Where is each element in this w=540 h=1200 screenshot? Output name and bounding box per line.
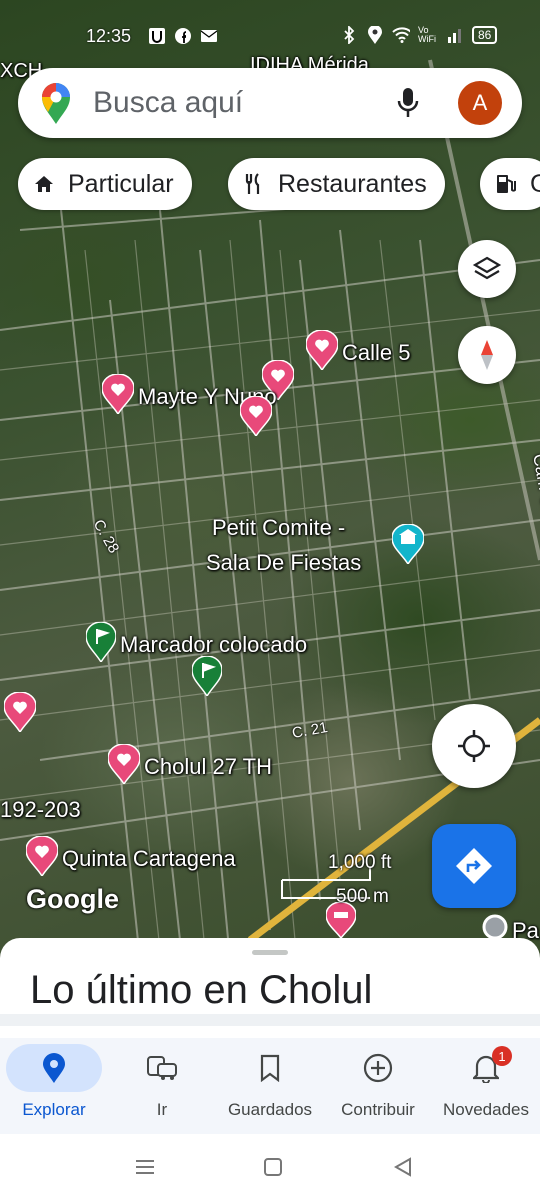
saved-place-pin[interactable] — [25, 835, 59, 881]
flag-pin-icon — [85, 621, 117, 664]
nav-go[interactable]: Ir — [108, 1038, 216, 1134]
dropped-marker-pin[interactable] — [191, 655, 223, 701]
restaurant-icon — [242, 172, 266, 196]
system-navigation-bar — [0, 1134, 540, 1200]
back-triangle-icon — [393, 1157, 411, 1177]
heart-pin-icon — [3, 691, 37, 734]
compass-button[interactable] — [458, 326, 516, 384]
commute-icon — [147, 1056, 177, 1080]
lodging-pin[interactable] — [325, 901, 357, 943]
saved-place-pin[interactable] — [239, 395, 273, 441]
map-label-range: 192-203 — [0, 797, 81, 822]
nav-label: Contribuir — [341, 1100, 415, 1119]
place-label-quinta[interactable]: Quinta Cartagena — [62, 846, 236, 872]
venue-pin-icon — [391, 523, 425, 566]
nav-label: Guardados — [227, 1100, 313, 1119]
chip-gas[interactable]: G — [480, 158, 540, 210]
account-avatar[interactable]: A — [458, 81, 502, 125]
sheet-drag-handle[interactable] — [252, 950, 288, 955]
layers-icon — [472, 256, 502, 280]
vowifi-label: Vo WiFi — [418, 25, 436, 44]
place-label-cholul27[interactable]: Cholul 27 TH — [144, 754, 272, 780]
home-button[interactable] — [260, 1154, 286, 1180]
bluetooth-icon — [340, 26, 358, 44]
chip-restaurants[interactable]: Restaurantes — [228, 158, 445, 210]
nav-pill — [222, 1044, 318, 1092]
map-canvas[interactable]: XCH IDIHA Mérida Calle 5 Mayte Y Nuno Pe… — [0, 0, 540, 960]
heart-pin-icon — [107, 743, 141, 786]
status-time: 12:35 — [86, 26, 132, 46]
map-roads — [0, 59, 540, 960]
battery-indicator: 86 — [472, 26, 498, 44]
directions-icon — [456, 848, 492, 884]
compass-icon — [481, 340, 493, 370]
nav-pill — [6, 1044, 102, 1092]
bottom-navigation: Explorar Ir Guardados Contribuir 1 Noved… — [0, 1038, 540, 1134]
menu-icon — [136, 1160, 154, 1174]
location-pin-icon — [43, 1053, 65, 1083]
event-venue-pin[interactable] — [391, 523, 425, 569]
add-circle-icon — [363, 1053, 393, 1083]
wifi-icon — [392, 26, 410, 44]
chip-label: G — [530, 169, 540, 198]
back-button[interactable] — [390, 1154, 416, 1180]
my-location-icon — [458, 730, 490, 762]
flag-pin-icon — [191, 655, 223, 698]
notification-badge: 1 — [492, 1046, 512, 1066]
chip-label: Restaurantes — [278, 169, 427, 198]
nav-contribute[interactable]: Contribuir — [324, 1038, 432, 1134]
nav-updates[interactable]: 1 Novedades — [432, 1038, 540, 1134]
home-icon — [32, 172, 56, 196]
sheet-divider — [0, 1014, 540, 1026]
saved-place-pin[interactable] — [305, 329, 339, 375]
signal-icon — [446, 26, 464, 44]
place-label-calle5[interactable]: Calle 5 — [342, 340, 410, 366]
nav-explore[interactable]: Explorar — [0, 1038, 108, 1134]
bookmark-icon — [260, 1054, 280, 1082]
place-label-petit-line2[interactable]: Sala De Fiestas — [206, 550, 361, 576]
search-bar[interactable]: Busca aquí A — [18, 68, 522, 138]
nav-pill — [114, 1044, 210, 1092]
layers-button[interactable] — [458, 240, 516, 298]
square-icon — [264, 1158, 282, 1176]
heart-pin-icon — [25, 835, 59, 878]
saved-place-pin[interactable] — [107, 743, 141, 789]
google-attribution: Google — [26, 884, 119, 914]
heart-pin-icon — [239, 395, 273, 438]
mail-icon — [200, 27, 218, 45]
nav-label: Novedades — [442, 1100, 529, 1119]
nav-label: Explorar — [22, 1100, 86, 1119]
place-label-petit-line1[interactable]: Petit Comite - — [212, 515, 345, 541]
saved-place-pin[interactable] — [3, 691, 37, 737]
facebook-icon — [174, 27, 192, 45]
status-bar: 12:35 Vo WiFi 86 — [0, 18, 540, 54]
nav-saved[interactable]: Guardados — [216, 1038, 324, 1134]
chip-label: Particular — [68, 169, 174, 198]
sheet-title: Lo último en Cholul — [30, 968, 373, 1012]
notification-icons — [148, 27, 218, 45]
chip-home[interactable]: Particular — [18, 158, 192, 210]
search-input[interactable]: Busca aquí — [93, 86, 243, 120]
scale-metric: 500 m — [336, 886, 389, 907]
location-icon — [366, 26, 384, 44]
place-dot-icon — [482, 914, 508, 940]
place-label-marcador[interactable]: Marcador colocado — [120, 632, 307, 658]
explore-sheet[interactable]: Lo último en Cholul — [0, 938, 540, 1038]
notification-u-icon — [148, 27, 166, 45]
saved-place-pin[interactable] — [101, 373, 135, 419]
google-maps-logo-icon — [42, 83, 70, 124]
directions-button[interactable] — [432, 824, 516, 908]
nav-pill — [330, 1044, 426, 1092]
recents-button[interactable] — [132, 1154, 158, 1180]
heart-pin-icon — [305, 329, 339, 372]
my-location-button[interactable] — [432, 704, 516, 788]
microphone-icon[interactable] — [396, 86, 420, 120]
heart-pin-icon — [101, 373, 135, 416]
system-icons: Vo WiFi 86 — [340, 25, 498, 44]
scale-imperial: 1,000 ft — [328, 852, 392, 873]
nav-pill — [438, 1044, 534, 1092]
nav-label: Ir — [156, 1100, 168, 1119]
gas-station-icon — [494, 172, 518, 196]
flag-pin[interactable] — [85, 621, 117, 667]
